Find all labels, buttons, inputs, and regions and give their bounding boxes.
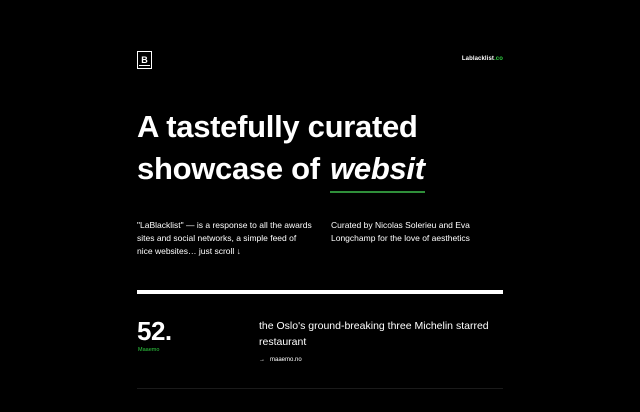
hero-line-1: A tastefully curated [137,109,418,144]
intro-credits: Curated by Nicolas Solerieu and Eva Long… [331,220,470,243]
intro-description: "LaBlacklist" — is a response to all the… [137,220,312,256]
section-divider [137,290,503,294]
logo-letter: B [141,54,148,65]
entry-link-text: maaemo.no [270,357,302,363]
site-tld: .co [494,56,503,62]
hero-typed-word: websit [330,148,425,193]
hero-line-2-prefix: showcase of [137,151,329,186]
row-divider [137,388,503,389]
arrow-right-icon: → [259,357,265,363]
entry-description: the Oslo's ground-breaking three Micheli… [259,320,489,348]
entry-link[interactable]: → maaemo.no [259,357,302,363]
site-name: Lablacklist [461,56,495,62]
hero-headline: A tastefully curated showcase of websit [137,106,425,193]
site-name-link[interactable]: Lablacklist.co [462,56,503,62]
page: B Lablacklist.co A tastefully curated sh… [0,0,640,412]
logo-icon[interactable]: B [137,51,152,69]
entry-number: 52. [137,316,172,346]
entry-site-name: Maaemo [138,347,160,353]
